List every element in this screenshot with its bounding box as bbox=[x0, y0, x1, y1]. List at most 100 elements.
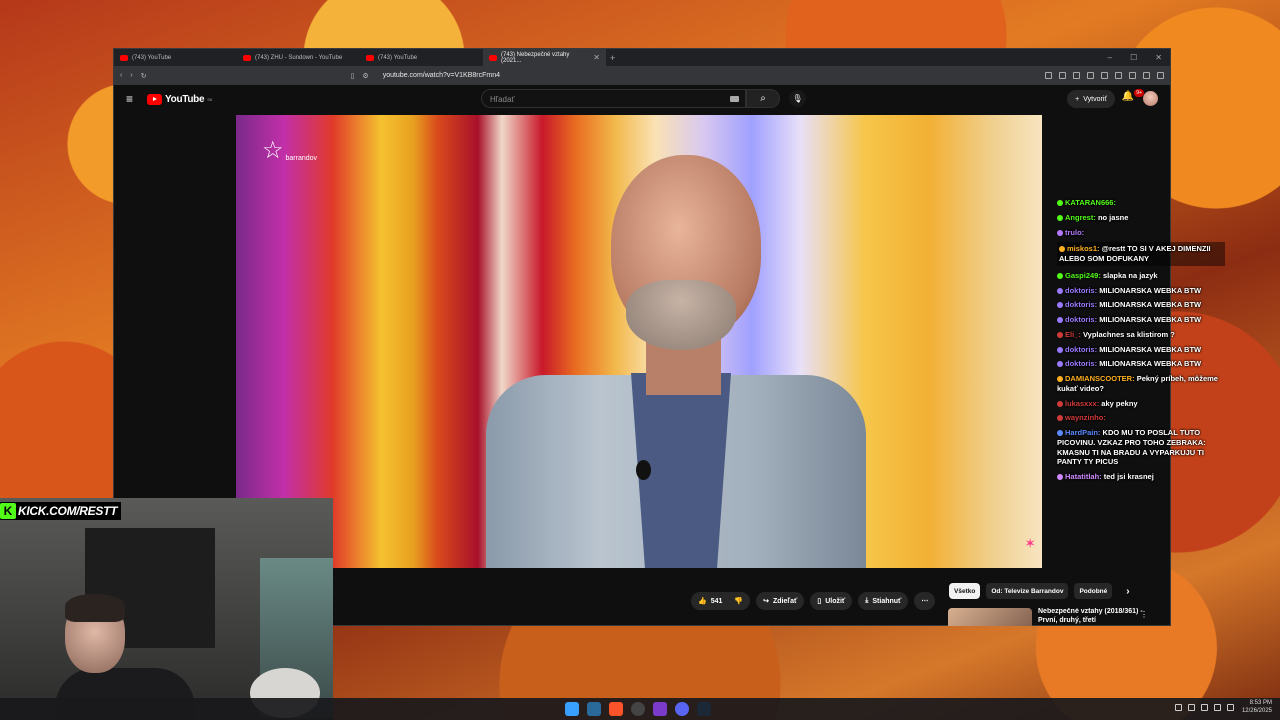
recommended-thumbnail[interactable] bbox=[948, 608, 1032, 626]
chat-username: lukasxxx: bbox=[1065, 398, 1100, 408]
more-actions-button[interactable]: ⋯ bbox=[914, 592, 936, 610]
browser-tab[interactable]: (743) YouTube bbox=[114, 49, 237, 66]
chat-username: Hatatitlah: bbox=[1065, 472, 1102, 481]
download-button[interactable]: ⤓ Stiahnuť bbox=[858, 592, 909, 610]
chat-text: MILIONARSKA WEBKA BTW bbox=[1099, 300, 1202, 310]
video-player[interactable]: ☆ barrandov ✶ bbox=[236, 115, 1042, 568]
chat-message: waynzinho: bbox=[1057, 413, 1225, 423]
chevron-right-icon[interactable]: › bbox=[1126, 586, 1129, 597]
window-controls: – ☐ ✕ bbox=[1108, 53, 1170, 62]
chat-text: no jasne bbox=[1097, 212, 1129, 222]
browser-tab-active[interactable]: (743) Nebezpečné vztahy (2021... ✕ bbox=[483, 49, 606, 66]
extension-icon[interactable] bbox=[1129, 72, 1136, 79]
battery-icon[interactable] bbox=[1226, 704, 1234, 712]
minimize-icon[interactable]: – bbox=[1108, 53, 1112, 62]
plus-icon: + bbox=[1075, 95, 1080, 103]
extension-icon[interactable] bbox=[1087, 72, 1094, 79]
clock[interactable]: 8:53 PM 12/26/2025 bbox=[1242, 700, 1272, 716]
url-field[interactable]: youtube.com/watch?v=V1KB8rcFmn4 bbox=[383, 72, 500, 79]
chat-message: doktoris: MILIONARSKA WEBKA BTW bbox=[1057, 345, 1225, 355]
chip-related[interactable]: Podobné bbox=[1074, 583, 1113, 599]
search-placeholder: Hľadať bbox=[490, 95, 515, 104]
youtube-play-icon bbox=[147, 93, 163, 105]
extension-icon[interactable] bbox=[1059, 72, 1066, 79]
discord-icon[interactable] bbox=[675, 702, 689, 716]
chat-text: aky pekny bbox=[1101, 398, 1138, 408]
search-input[interactable]: Hľadať bbox=[481, 89, 746, 108]
close-tab-icon[interactable]: ✕ bbox=[593, 53, 600, 62]
youtube-header: ≡ YouTube SK Hľadať ⌕ 🎙 + Vytvoriť 🔔 9+ bbox=[114, 85, 1170, 113]
task-view-icon[interactable] bbox=[587, 702, 601, 716]
extension-icon[interactable] bbox=[1143, 72, 1150, 79]
stream-chat-overlay: KATARAN666: Angrest: no jasne trulo: misk… bbox=[1057, 198, 1225, 487]
browser-menu-icon[interactable] bbox=[1157, 72, 1164, 79]
extension-icon[interactable] bbox=[1115, 72, 1122, 79]
save-icon: ▯ bbox=[817, 598, 822, 605]
new-tab-icon[interactable]: + bbox=[610, 53, 615, 63]
chat-text: ted jsi krasnej bbox=[1103, 472, 1154, 481]
chat-message: DAMIANSCOOTER: Pekný príbeh, môžeme kuka… bbox=[1057, 374, 1225, 394]
volume-icon[interactable] bbox=[1213, 704, 1221, 712]
microphone-icon[interactable] bbox=[1187, 704, 1195, 712]
chevron-up-icon[interactable] bbox=[1174, 704, 1182, 712]
chip-all[interactable]: Všetko bbox=[949, 583, 981, 599]
save-button[interactable]: ▯ Uložiť bbox=[810, 592, 853, 610]
like-button[interactable]: 👍 541 👎 bbox=[691, 592, 751, 610]
tab-title: (743) ZHU - Sundown - YouTube bbox=[255, 54, 343, 61]
create-label: Vytvoriť bbox=[1083, 95, 1107, 103]
youtube-favicon-icon bbox=[366, 54, 374, 61]
search-button[interactable]: ⌕ bbox=[746, 89, 780, 108]
chat-message: doktoris: MILIONARSKA WEBKA BTW bbox=[1057, 286, 1225, 296]
youtube-favicon-icon bbox=[489, 54, 497, 61]
brave-browser-icon[interactable] bbox=[609, 702, 623, 716]
chat-username: trulo: bbox=[1065, 227, 1085, 237]
notifications-bell-icon[interactable]: 🔔 bbox=[1122, 91, 1134, 102]
streamer-hair bbox=[65, 594, 125, 622]
obs-icon[interactable] bbox=[631, 702, 645, 716]
voice-search-button[interactable]: 🎙 bbox=[789, 90, 806, 107]
extension-icon[interactable] bbox=[1045, 72, 1052, 79]
reload-icon[interactable]: ↻ bbox=[141, 72, 147, 80]
recommendation-chips: Všetko Od: Televize Barrandov Podobné › bbox=[949, 583, 1130, 599]
chip-from-channel[interactable]: Od: Televize Barrandov bbox=[986, 583, 1069, 599]
hamburger-menu-icon[interactable]: ≡ bbox=[126, 92, 133, 106]
like-count: 541 bbox=[710, 597, 723, 605]
keyboard-icon[interactable] bbox=[730, 96, 739, 102]
back-icon[interactable]: ‹ bbox=[120, 72, 122, 79]
more-icon: ⋯ bbox=[921, 598, 929, 605]
avatar[interactable] bbox=[1143, 91, 1158, 106]
download-label: Stiahnuť bbox=[872, 597, 902, 605]
forward-icon[interactable]: › bbox=[130, 72, 132, 79]
extension-icon[interactable] bbox=[1101, 72, 1108, 79]
browser-tab[interactable]: (743) YouTube bbox=[360, 49, 483, 66]
chat-badge-icon bbox=[1057, 474, 1063, 480]
kick-banner: K KICK.COM/RESTT bbox=[0, 502, 122, 520]
maximize-icon[interactable]: ☐ bbox=[1130, 53, 1137, 62]
clock-time: 8:53 PM bbox=[1249, 700, 1272, 706]
youtube-favicon-icon bbox=[120, 54, 128, 61]
chat-badge-icon bbox=[1057, 229, 1063, 236]
chat-username: doktoris: bbox=[1065, 359, 1098, 369]
network-icon[interactable] bbox=[1200, 704, 1208, 712]
create-button[interactable]: + Vytvoriť bbox=[1067, 90, 1115, 108]
youtube-wordmark: YouTube bbox=[165, 93, 205, 105]
youtube-logo[interactable]: YouTube SK bbox=[147, 93, 213, 105]
bookmark-icon[interactable]: ▯ bbox=[351, 72, 355, 80]
windows-start-icon[interactable] bbox=[565, 702, 579, 716]
save-label: Uložiť bbox=[825, 597, 846, 605]
channel-watermark: ☆ barrandov bbox=[262, 139, 317, 163]
recommended-video[interactable]: Nebezpečné vztahy (2018/361) - První, dr… bbox=[948, 608, 1158, 626]
browser-tab[interactable]: (743) ZHU - Sundown - YouTube bbox=[237, 49, 360, 66]
more-vert-icon[interactable]: ⋮ bbox=[1140, 610, 1148, 619]
kick-url: KICK.COM/RESTT bbox=[18, 504, 118, 518]
steam-icon[interactable] bbox=[697, 702, 711, 716]
share-button[interactable]: ↪ Zdieľať bbox=[756, 592, 805, 610]
visual-studio-icon[interactable] bbox=[653, 702, 667, 716]
thumbs-down-icon[interactable]: 👎 bbox=[734, 597, 743, 605]
site-info-icon[interactable]: ⚙ bbox=[362, 72, 368, 80]
chat-text: MILIONARSKA WEBKA BTW bbox=[1099, 315, 1202, 324]
close-window-icon[interactable]: ✕ bbox=[1155, 53, 1162, 62]
corner-star-icon: ✶ bbox=[1024, 535, 1036, 551]
extension-icon[interactable] bbox=[1073, 72, 1080, 79]
chat-message: trulo: bbox=[1057, 228, 1225, 238]
